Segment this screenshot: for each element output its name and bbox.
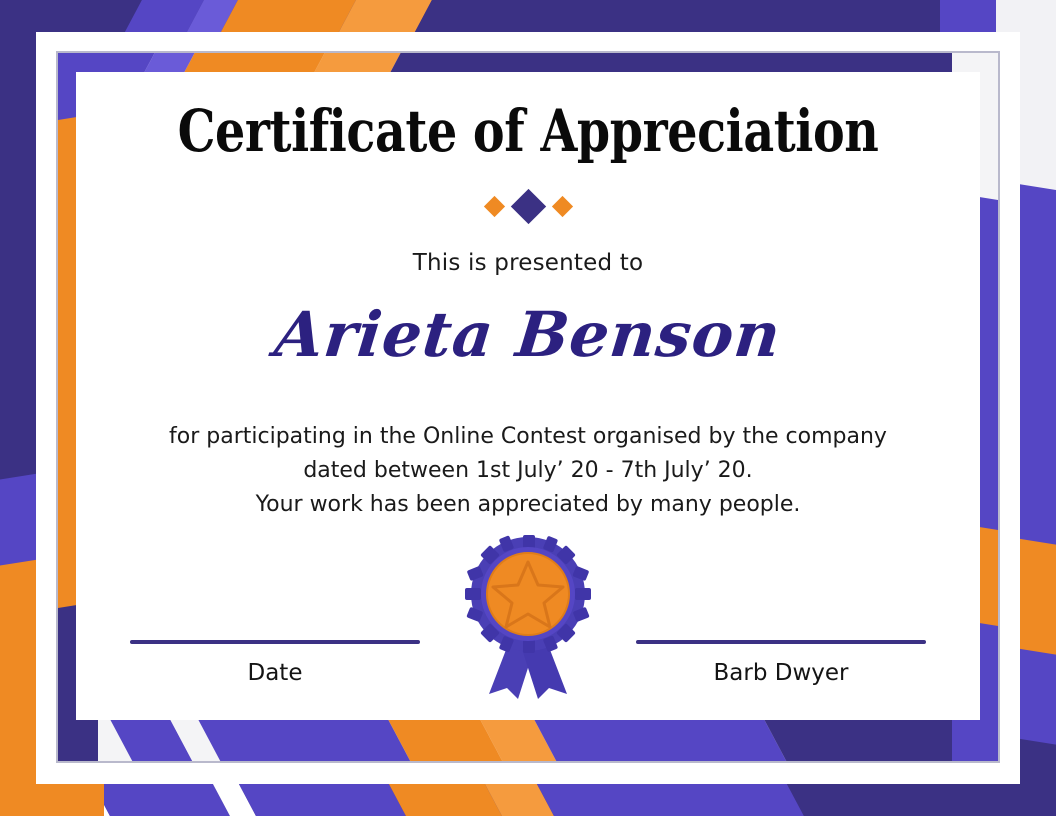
body-line: dated between 1st July’ 20 - 7th July’ 2…: [303, 458, 753, 483]
certificate-content-panel: Certificate of Appreciation This is pres…: [76, 72, 980, 720]
page-title: Certificate of Appreciation: [177, 97, 879, 165]
signature-line: [130, 640, 420, 644]
signature-issuer-block: Barb Dwyer: [636, 640, 926, 686]
certificate-canvas: Certificate of Appreciation This is pres…: [0, 0, 1056, 816]
signature-date-block: Date: [130, 640, 420, 686]
signature-issuer-label: Barb Dwyer: [713, 660, 849, 686]
diamond-small-orange-left-icon: [483, 195, 505, 218]
presented-to-label: This is presented to: [412, 250, 644, 276]
diamond-large-purple-icon: [510, 188, 546, 225]
inner-bottom-stripe-group: [58, 713, 998, 761]
body-line: for participating in the Online Contest …: [169, 424, 887, 449]
signature-line: [636, 640, 926, 644]
certificate-body-text: for participating in the Online Contest …: [106, 420, 950, 522]
body-line: Your work has been appreciated by many p…: [255, 492, 801, 517]
diamond-divider: [76, 188, 980, 225]
recipient-name: Arieta Benson: [271, 298, 785, 371]
signature-date-label: Date: [247, 660, 303, 686]
diamond-small-orange-right-icon: [551, 195, 573, 218]
award-rosette-icon: [463, 534, 593, 699]
